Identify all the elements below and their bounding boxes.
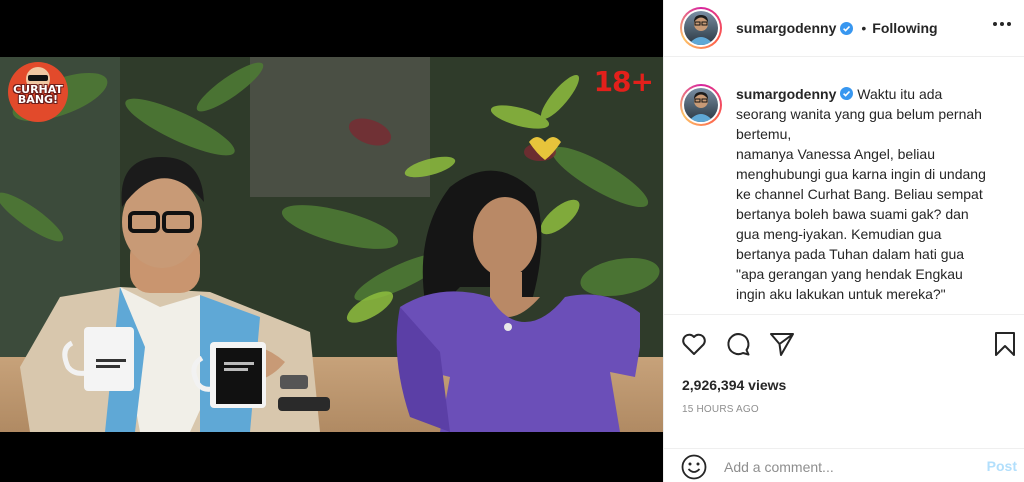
heart-icon[interactable] bbox=[680, 330, 708, 358]
separator-dot: • bbox=[861, 20, 867, 36]
paper-plane-icon[interactable] bbox=[768, 330, 796, 358]
comment-bubble-icon[interactable] bbox=[724, 330, 752, 358]
caption-line: bertanya boleh bawa suami gak? dan bbox=[736, 206, 969, 222]
post-timestamp[interactable]: 15 HOURS AGO bbox=[682, 404, 759, 415]
phone-on-table bbox=[278, 397, 330, 411]
caption-line: bertemu, bbox=[736, 126, 792, 142]
comment-input[interactable] bbox=[724, 457, 974, 477]
caption-line: namanya Vanessa Angel, beliau bbox=[736, 146, 935, 162]
more-options-icon[interactable] bbox=[993, 22, 1011, 28]
post-comment-button[interactable]: Post bbox=[987, 458, 1017, 474]
guest-woman bbox=[396, 170, 640, 432]
author-avatar[interactable] bbox=[680, 7, 722, 49]
action-bar bbox=[664, 316, 1024, 372]
logo-text: CURHAT BANG! bbox=[13, 83, 63, 106]
black-mug bbox=[191, 342, 266, 408]
caption-line: ke channel Curhat Bang. Beliau sempat bbox=[736, 186, 983, 202]
caption-line: menghubungi gua karna ingin di undang bbox=[736, 166, 986, 182]
host-man bbox=[20, 157, 320, 432]
post-side-panel: sumargodenny • Following sumargodenny Wa… bbox=[663, 0, 1024, 482]
verified-badge-icon bbox=[840, 21, 854, 35]
caption-line: ingin aku lakukan untuk mereka?" bbox=[736, 286, 946, 302]
rating-badge: 18+ bbox=[593, 65, 654, 98]
view-count[interactable]: 2,926,394 views bbox=[682, 377, 786, 393]
video-frame[interactable]: CURHAT BANG! 18+ bbox=[0, 57, 663, 432]
comment-bar: Post bbox=[664, 448, 1024, 482]
smiley-icon[interactable] bbox=[680, 453, 708, 481]
author-username[interactable]: sumargodenny bbox=[736, 20, 836, 36]
caption-text: sumargodenny Waktu itu ada seorang wanit… bbox=[736, 84, 1006, 314]
caption-line: "apa gerangan yang hendak Engkau bbox=[736, 266, 963, 282]
verified-badge-icon bbox=[840, 87, 854, 100]
caption-author-avatar[interactable] bbox=[680, 84, 722, 126]
bookmark-icon[interactable] bbox=[991, 330, 1019, 358]
caption-line: seorang wanita yang gua belum pernah bbox=[736, 106, 982, 122]
caption-avatar-image bbox=[688, 92, 714, 122]
caption-line: bertanya pada Tuhan dalam hati gua bbox=[736, 246, 965, 262]
author-avatar-image bbox=[688, 15, 714, 45]
post-media[interactable]: CURHAT BANG! 18+ bbox=[0, 0, 663, 482]
post-caption: sumargodenny Waktu itu ada seorang wanit… bbox=[664, 57, 1024, 315]
caption-username[interactable]: sumargodenny bbox=[736, 86, 836, 102]
post-header: sumargodenny • Following bbox=[664, 0, 1024, 57]
following-button[interactable]: Following bbox=[872, 20, 937, 36]
caption-line: gua meng-iyakan. Kemudian gua bbox=[736, 226, 942, 242]
white-mug bbox=[62, 327, 134, 391]
caption-line: sumargodenny Waktu itu ada bbox=[736, 86, 943, 102]
